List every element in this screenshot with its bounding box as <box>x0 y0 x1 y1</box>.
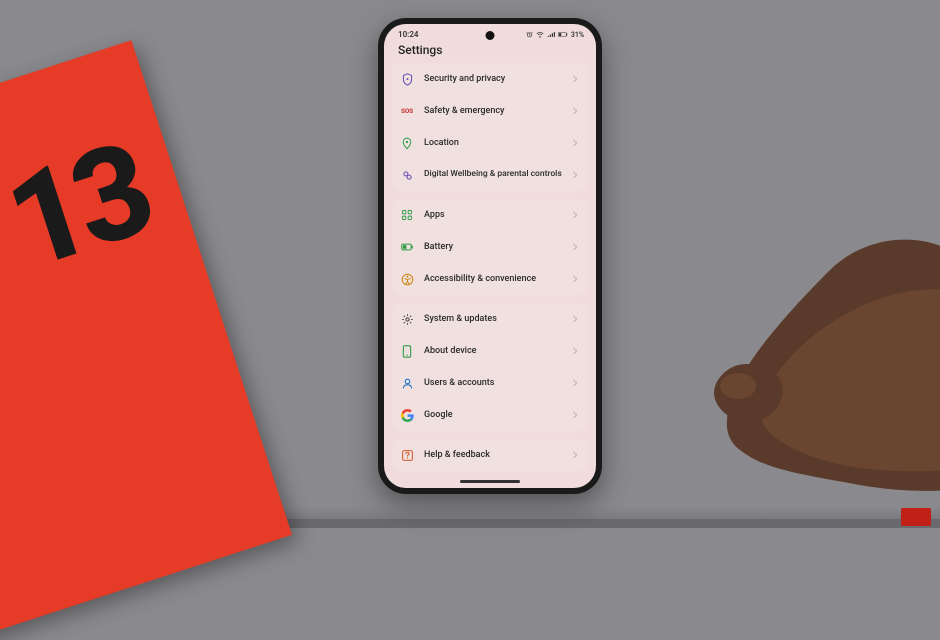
settings-row[interactable]: About device <box>392 335 588 367</box>
settings-row-label: About device <box>424 346 570 356</box>
status-indicators: 31% <box>526 31 584 39</box>
chevron-right-icon <box>570 378 580 388</box>
chevron-right-icon <box>570 74 580 84</box>
accessibility-icon <box>398 270 416 288</box>
settings-list: Security and privacy SOS Safety & emergenc… <box>384 63 596 488</box>
location-pin-icon <box>398 134 416 152</box>
watermark-chip <box>901 508 931 526</box>
settings-row-label: Location <box>424 138 570 148</box>
settings-row-label: Apps <box>424 210 570 220</box>
front-camera <box>486 31 495 40</box>
settings-row[interactable]: Digital Wellbeing & parental controls <box>392 159 588 191</box>
settings-group: Help & feedback <box>392 439 588 471</box>
chevron-right-icon <box>570 210 580 220</box>
settings-row-label: Help & feedback <box>424 450 570 460</box>
hand-pointing <box>630 230 940 510</box>
apps-grid-icon <box>398 206 416 224</box>
settings-row-label: System & updates <box>424 314 570 324</box>
battery-icon <box>398 238 416 256</box>
google-icon <box>398 406 416 424</box>
settings-row[interactable]: Help & feedback <box>392 439 588 471</box>
chevron-right-icon <box>570 170 580 180</box>
product-box <box>0 40 292 640</box>
settings-row-label: Security and privacy <box>424 74 570 84</box>
settings-group: System & updates About device Users & acco… <box>392 303 588 431</box>
chevron-right-icon <box>570 450 580 460</box>
chevron-right-icon <box>570 138 580 148</box>
status-time: 10:24 <box>398 30 418 39</box>
settings-group: Security and privacy SOS Safety & emergenc… <box>392 63 588 191</box>
chevron-right-icon <box>570 314 580 324</box>
settings-row[interactable]: Accessibility & convenience <box>392 263 588 295</box>
alarm-icon <box>526 31 533 38</box>
gear-icon <box>398 310 416 328</box>
battery-percentage: 31% <box>571 31 584 39</box>
settings-row[interactable]: Apps <box>392 199 588 231</box>
settings-row[interactable]: Users & accounts <box>392 367 588 399</box>
phone-screen: 10:24 31% Settings Security and privacyS… <box>384 24 596 488</box>
wifi-icon <box>536 31 544 38</box>
user-icon <box>398 374 416 392</box>
sos-icon: SOS <box>398 102 416 120</box>
help-icon <box>398 446 416 464</box>
page-title: Settings <box>384 41 596 63</box>
settings-row[interactable]: System & updates <box>392 303 588 335</box>
settings-row[interactable]: Location <box>392 127 588 159</box>
chevron-right-icon <box>570 274 580 284</box>
settings-row-label: Accessibility & convenience <box>424 274 570 284</box>
wellbeing-icon <box>398 166 416 184</box>
settings-row[interactable]: Google <box>392 399 588 431</box>
phone-frame: 10:24 31% Settings Security and privacyS… <box>378 18 602 494</box>
settings-row-label: Google <box>424 410 570 420</box>
shield-lock-icon <box>398 70 416 88</box>
chevron-right-icon <box>570 410 580 420</box>
settings-row[interactable]: Battery <box>392 231 588 263</box>
phone-device-icon <box>398 342 416 360</box>
chevron-right-icon <box>570 346 580 356</box>
signal-icon <box>547 31 555 38</box>
settings-row-label: Safety & emergency <box>424 106 570 116</box>
settings-row[interactable]: SOS Safety & emergency <box>392 95 588 127</box>
settings-row[interactable]: Security and privacy <box>392 63 588 95</box>
settings-row-label: Users & accounts <box>424 378 570 388</box>
chevron-right-icon <box>570 242 580 252</box>
battery-status-icon <box>558 31 568 38</box>
settings-group: Apps Battery Accessibility & convenience <box>392 199 588 295</box>
settings-row-label: Digital Wellbeing & parental controls <box>424 170 570 180</box>
home-indicator[interactable] <box>460 480 520 483</box>
settings-row-label: Battery <box>424 242 570 252</box>
chevron-right-icon <box>570 106 580 116</box>
